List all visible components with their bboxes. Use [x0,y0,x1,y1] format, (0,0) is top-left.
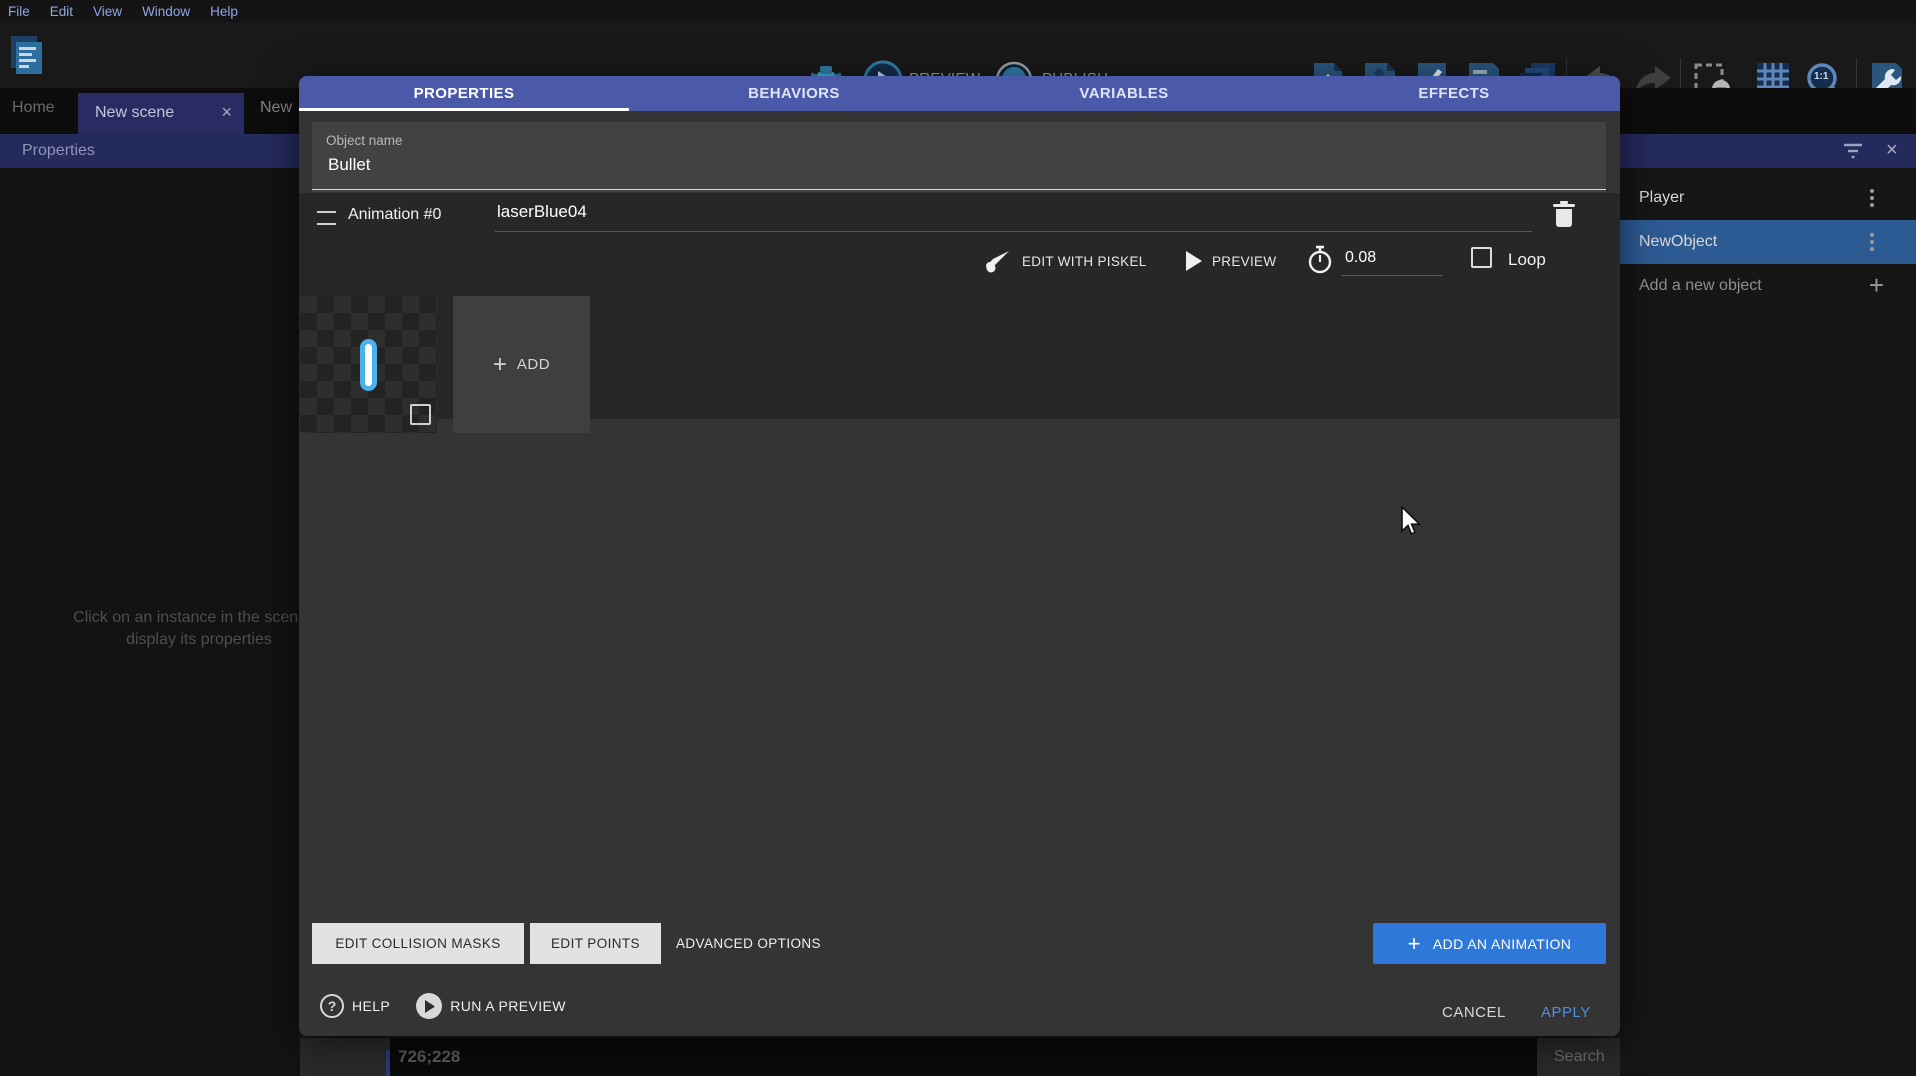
tab-close-icon[interactable]: × [221,102,232,123]
objects-panel: Objects × Player NewObject Add a new obj… [1620,134,1916,1076]
object-row-player[interactable]: Player [1620,176,1916,220]
app-window: File Edit View Window Help PREVI [0,0,1916,1076]
plus-icon: + [493,351,507,379]
scene-status-bar: 726;228 [390,1038,1537,1076]
tab-new-scene[interactable]: New scene × [78,93,244,134]
button-label: EDIT POINTS [551,936,640,951]
object-row-newobject-selected[interactable]: NewObject [1620,220,1916,264]
input-underline [312,189,1606,190]
help-button[interactable]: HELP [352,998,390,1014]
apply-button[interactable]: APPLY [1541,1004,1591,1021]
cancel-button[interactable]: CANCEL [1442,1004,1506,1021]
properties-panel-title: Properties [22,142,95,160]
drag-handle-icon[interactable] [317,211,336,225]
help-icon[interactable]: ? [320,994,344,1018]
statusbar-left-strip [300,1038,390,1076]
edit-with-piskel-button[interactable]: EDIT WITH PISKEL [1022,254,1147,269]
frame-select-checkbox[interactable] [410,404,431,425]
menu-view[interactable]: View [93,4,122,19]
one-to-one-label: 1:1 [1814,71,1828,82]
menu-edit[interactable]: Edit [50,4,73,19]
button-label: ADD AN ANIMATION [1433,936,1571,952]
button-label: ADVANCED OPTIONS [676,936,821,951]
add-new-object-row[interactable]: Add a new object + [1620,264,1916,308]
add-an-animation-button[interactable]: + ADD AN ANIMATION [1373,923,1606,964]
cursor-coordinates: 726;228 [398,1047,460,1067]
run-preview-icon[interactable] [416,993,442,1019]
objects-panel-header: Objects × [1620,134,1916,168]
plus-icon: + [1408,931,1421,957]
dialog-tab-bar: PROPERTIES BEHAVIORS VARIABLES EFFECTS [299,76,1620,111]
tab-label: PROPERTIES [414,85,515,102]
mouse-cursor [1400,506,1424,538]
animation-title: Animation #0 [348,206,441,224]
menu-file[interactable]: File [8,4,30,19]
edit-points-button[interactable]: EDIT POINTS [530,923,661,964]
object-label: Player [1639,189,1684,207]
object-label: NewObject [1639,233,1717,251]
trash-icon[interactable] [1553,201,1575,228]
tab-label: BEHAVIORS [748,85,840,102]
stopwatch-icon [1307,245,1333,275]
project-manager-icon[interactable] [8,34,48,78]
menu-bar: File Edit View Window Help [0,0,1916,22]
input-underline [495,231,1532,232]
add-frame-tile[interactable]: + ADD [453,296,590,433]
animation-name-input[interactable] [495,201,1529,223]
tab-home[interactable]: Home [12,99,55,117]
dialog-tab-effects[interactable]: EFFECTS [1289,76,1619,111]
menu-window[interactable]: Window [142,4,190,19]
frame-thumbnail[interactable] [300,296,437,433]
filter-icon[interactable] [1843,143,1863,159]
properties-panel-header: Properties [0,134,300,168]
loop-label: Loop [1508,250,1546,270]
time-between-frames-input[interactable] [1343,248,1443,268]
plus-icon: + [1869,270,1884,301]
dialog-help-row: ? HELP RUN A PREVIEW [320,993,566,1019]
tab-partial[interactable]: New [260,99,292,117]
animation-preview-button[interactable]: PREVIEW [1212,254,1276,269]
tab-label: VARIABLES [1079,85,1168,102]
dialog-tab-variables[interactable]: VARIABLES [959,76,1289,111]
bullet-sprite [360,339,377,391]
input-underline [1341,275,1443,276]
object-editor-dialog: PROPERTIES BEHAVIORS VARIABLES EFFECTS O… [299,76,1620,1036]
loop-checkbox[interactable] [1471,247,1492,268]
animation-card: Animation #0 EDIT WITH PISKEL PREVIEW [299,193,1620,419]
close-panel-icon[interactable]: × [1886,139,1898,162]
add-frame-label: ADD [517,356,550,373]
kebab-menu-icon[interactable] [1870,189,1874,207]
question-glyph: ? [328,998,337,1014]
dialog-tab-behaviors[interactable]: BEHAVIORS [629,76,959,111]
edit-collision-masks-button[interactable]: EDIT COLLISION MASKS [312,923,524,964]
brush-icon[interactable] [985,249,1011,275]
object-name-input[interactable] [326,154,1590,176]
object-name-card: Object name [312,122,1606,192]
kebab-menu-icon[interactable] [1870,233,1874,251]
play-icon[interactable] [1185,250,1203,272]
run-a-preview-button[interactable]: RUN A PREVIEW [450,998,566,1014]
add-object-label: Add a new object [1639,277,1762,295]
tab-label: EFFECTS [1418,85,1489,102]
dialog-tab-properties[interactable]: PROPERTIES [299,76,629,111]
menu-help[interactable]: Help [210,4,238,19]
object-name-label: Object name [326,133,403,148]
advanced-options-button[interactable]: ADVANCED OPTIONS [676,923,821,964]
tab-new-scene-label: New scene [95,104,174,122]
button-label: EDIT COLLISION MASKS [335,936,500,951]
properties-panel: Properties Click on an instance in the s… [0,134,300,1076]
